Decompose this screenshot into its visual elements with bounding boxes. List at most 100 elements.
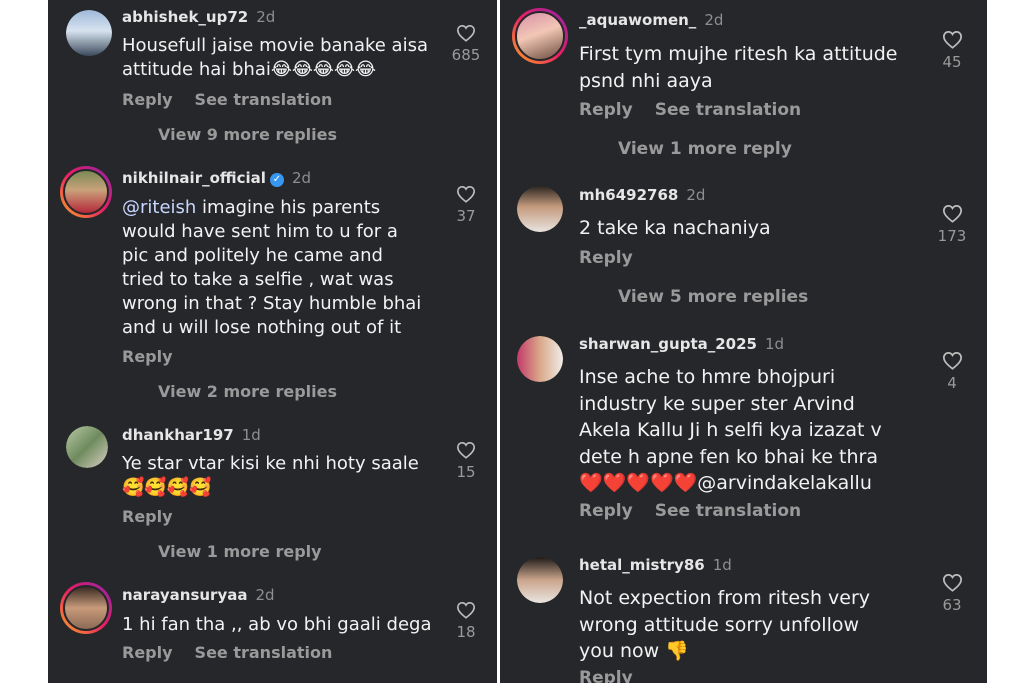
comment-username[interactable]: narayansuryaa 2d [122,586,275,604]
comment-text: 1 hi fan tha ,, ab vo bhi gaali dega [122,613,431,637]
like-count: 63 [942,596,962,614]
like-button[interactable]: 4 [932,351,972,392]
like-button[interactable]: 63 [932,573,972,614]
comment-line: you now 👎 [579,640,689,662]
comment-text: 2 take ka nachaniya [579,215,771,242]
comment-line: pic and politely he came and [122,245,383,266]
like-button[interactable]: 45 [932,30,972,71]
comment-username[interactable]: sharwan_gupta_2025 1d [579,335,784,353]
comment-line: wrong in that ? Stay humble bhai [122,293,422,314]
like-button[interactable]: 15 [446,441,486,481]
comment-actions: Reply [122,507,173,526]
comment-username[interactable]: mh6492768 2d [579,186,705,204]
like-button[interactable]: 37 [446,185,486,225]
like-count: 4 [947,374,957,392]
comment-line: dete h apne fen ko bhai ke thra [579,445,878,468]
avatar[interactable] [517,336,563,382]
comment-actions: Reply [122,347,173,366]
avatar[interactable] [66,426,108,468]
comment-line: Not expection from ritesh very [579,587,871,609]
comment-line: @riteish imagine his parents [122,197,381,218]
comment-line: wrong attitude sorry unfollow [579,613,860,636]
like-button[interactable]: 18 [446,601,486,641]
reply-button[interactable]: Reply [579,100,633,120]
like-count: 15 [456,463,476,481]
comment-line: psnd nhi aaya [579,70,713,92]
comment-text: First tym mujhe ritesh ka attitude psnd … [579,41,898,95]
comment-actions: Reply [579,248,633,268]
reply-button[interactable]: Reply [579,248,633,268]
comment-timestamp: 2d [704,11,724,29]
comment-line: 🥰🥰🥰🥰 [122,477,212,498]
view-more-replies[interactable]: View 5 more replies [618,287,808,307]
view-more-replies[interactable]: View 9 more replies [158,125,337,144]
comment-line: Ye star vtar kisi ke nhi hoty saale [122,453,419,474]
heart-outline-icon[interactable] [942,204,963,223]
mention-link[interactable]: @riteish [122,197,196,218]
comment-username[interactable]: hetal_mistry86 1d [579,556,732,574]
avatar[interactable] [60,166,112,218]
like-count: 37 [456,207,476,225]
comment-username[interactable]: nikhilnair_official ✓ 2d [122,169,311,187]
comment-line: 2 take ka nachaniya [579,217,771,239]
like-count: 173 [937,227,967,245]
comment-username[interactable]: _aquawomen_ 2d [579,11,723,29]
like-button[interactable]: 173 [932,204,972,245]
reply-button[interactable]: Reply [122,347,173,366]
comment-timestamp: 1d [764,335,785,353]
heart-outline-icon[interactable] [456,185,476,203]
comment-text: Not expection from ritesh very wrong att… [579,585,870,665]
verified-badge-icon: ✓ [269,173,284,187]
comment-username[interactable]: abhishek_up72 2d [122,8,275,26]
see-translation-button[interactable]: See translation [195,90,333,109]
comment-timestamp: 1d [712,556,732,574]
comment-timestamp: 2d [255,586,275,604]
comment-line: and u will lose nothing out of it [122,317,402,338]
see-translation-button[interactable]: See translation [655,501,801,521]
avatar[interactable] [60,582,112,634]
reply-button[interactable]: Reply [122,90,173,109]
see-translation-button[interactable]: See translation [195,643,333,662]
like-count: 685 [451,46,481,64]
comment-line: Akela Kallu Ji h selfi kya izazat v [579,419,882,441]
reply-button[interactable]: Reply [122,643,173,662]
comment-text: Inse ache to hmre bhojpuri industry ke s… [579,364,882,497]
comment-timestamp: 2d [256,8,276,26]
comment-line: would have sent him to u for a [122,221,398,242]
avatar[interactable] [517,557,563,603]
heart-outline-icon[interactable] [942,30,963,49]
view-more-replies[interactable]: View 1 more reply [158,542,322,561]
heart-outline-icon[interactable] [456,24,476,42]
comment-line: tried to take a selfie , wat was [122,269,394,290]
heart-outline-icon[interactable] [456,441,476,459]
comment-text: Ye star vtar kisi ke nhi hoty saale 🥰🥰🥰🥰 [122,452,419,500]
avatar[interactable] [517,186,563,232]
see-translation-button[interactable]: See translation [655,100,801,120]
comment-actions: Reply See translation [122,643,332,662]
reply-button[interactable]: Reply [122,507,173,526]
avatar[interactable] [512,8,568,64]
like-count: 18 [456,623,476,641]
reply-button[interactable]: Reply [579,668,633,683]
comment-line: attitude hai bhai😂😂😂😂😂 [122,59,377,80]
like-button[interactable]: 685 [446,24,486,64]
comment-timestamp: 1d [241,426,261,444]
comment-actions: Reply See translation [122,90,332,109]
reply-button[interactable]: Reply [579,501,633,521]
comment-text: @riteish imagine his parents would have … [122,196,421,340]
comment-text: Housefull jaise movie banake aisa attitu… [122,34,428,82]
comment-actions: Reply [579,668,633,683]
heart-outline-icon[interactable] [456,601,476,619]
comments-panel-right: _aquawomen_ 2d First tym mujhe ritesh ka … [500,0,987,683]
heart-outline-icon[interactable] [942,573,963,592]
heart-outline-icon[interactable] [942,351,963,370]
like-count: 45 [942,53,962,71]
comment-line: 1 hi fan tha ,, ab vo bhi gaali dega [122,614,432,635]
comment-username[interactable]: dhankhar197 1d [122,426,261,444]
comment-line: industry ke super ster Arvind [579,392,855,415]
view-more-replies[interactable]: View 2 more replies [158,382,337,401]
comment-line: Housefull jaise movie banake aisa [122,35,428,56]
comment-line: Inse ache to hmre bhojpuri [579,366,836,388]
view-more-replies[interactable]: View 1 more reply [618,139,792,159]
avatar[interactable] [66,10,112,56]
